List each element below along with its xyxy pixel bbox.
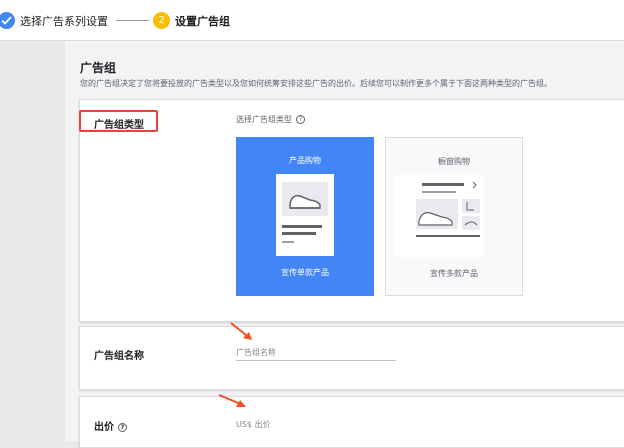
bid-card [79, 396, 624, 448]
ad-group-title: 广告组 [80, 61, 117, 75]
multi-product-illustration [394, 175, 484, 257]
option-subtitle: 宣传多款产品 [430, 269, 478, 278]
ad-group-type-label: 广告组类型 [94, 120, 144, 131]
option-title: 橱窗购物 [438, 157, 470, 166]
help-icon[interactable]: ? [296, 115, 305, 124]
ad-group-name-label: 广告组名称 [94, 351, 144, 362]
step-2-label: 设置广告组 [175, 15, 230, 28]
option-subtitle: 宣传单款产品 [281, 268, 329, 277]
bid-label: 出价? [94, 418, 127, 433]
check-circle-icon [0, 12, 15, 29]
ad-group-name-underline [236, 360, 396, 361]
annotation-arrow [218, 394, 246, 407]
option-product-shopping[interactable]: 产品购物 宣传单款产品 [236, 137, 374, 296]
step-1-label[interactable]: 选择广告系列设置 [20, 13, 108, 29]
ad-group-description: 您的广告组决定了您将要投放的广告类型以及您如何统筹安排这些广告的出价。后续您可以… [80, 79, 552, 88]
ad-group-name-card [79, 326, 624, 390]
step-2-number: 2 [153, 12, 170, 29]
option-title: 产品购物 [289, 156, 321, 165]
help-icon[interactable]: ? [118, 422, 127, 432]
option-showcase-shopping[interactable]: 橱窗购物 宣传多款产品 [385, 137, 523, 296]
bid-input[interactable]: US$ 出价 [236, 419, 271, 430]
annotation-arrow [230, 322, 252, 340]
single-product-illustration [276, 174, 334, 256]
ad-group-name-input[interactable]: 广告组名称 [236, 347, 276, 358]
stepper-bar: 选择广告系列设置 2 设置广告组 [0, 0, 624, 41]
select-ad-group-type-label: 选择广告组类型? [236, 114, 305, 125]
step-connector [116, 20, 149, 21]
